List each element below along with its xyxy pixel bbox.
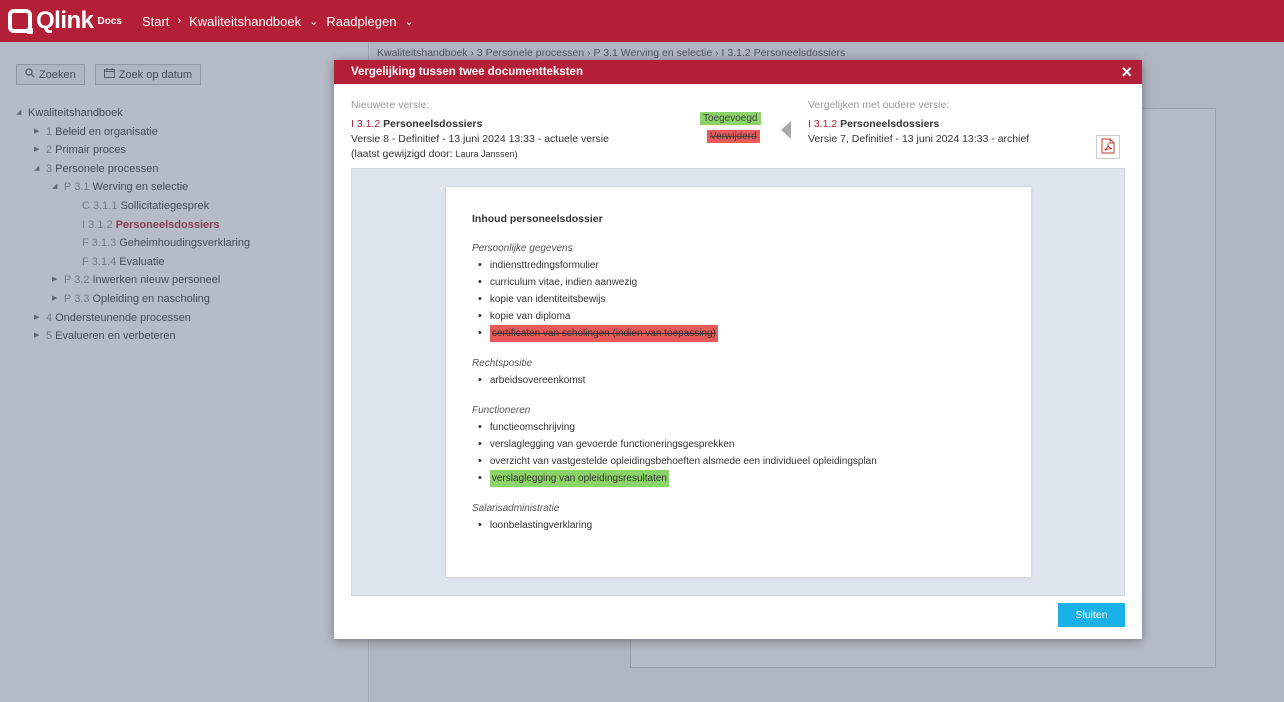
- list-item-text: functieomschrijving: [489, 422, 575, 433]
- section-title: Persoonlijke gegevens: [472, 243, 573, 254]
- qlink-logo-icon: [8, 9, 33, 34]
- legend-added-badge: Toegevoegd: [700, 112, 761, 125]
- list-item: arbeidsovereenkomst: [472, 372, 1005, 389]
- list-item: kopie van identiteitsbewijs: [472, 291, 1005, 308]
- nav-raadplegen[interactable]: Raadplegen: [326, 14, 396, 29]
- dialog-header: Vergelijking tussen twee documentteksten…: [334, 60, 1142, 84]
- document-section: Persoonlijke gegevens indiensttredingsfor…: [472, 243, 1005, 342]
- section-list: arbeidsovereenkomst: [472, 372, 1005, 389]
- app-logo[interactable]: Qlink Docs: [8, 7, 122, 35]
- list-item: curriculum vitae, indien aanwezig: [472, 274, 1005, 291]
- arrow-left-icon: [781, 121, 791, 139]
- nav-start[interactable]: Start: [142, 14, 169, 29]
- list-item: certificaten van scholingen (indien van …: [472, 325, 1005, 342]
- section-title: Functioneren: [472, 405, 531, 416]
- close-button[interactable]: Sluiten: [1058, 603, 1125, 627]
- list-item-text: kopie van identiteitsbewijs: [489, 294, 606, 305]
- legend-removed-badge: Verwijderd: [707, 130, 760, 143]
- list-item: verslaglegging van opleidingsresultaten: [472, 470, 1005, 487]
- pdf-export-button[interactable]: [1096, 135, 1120, 159]
- newer-doc-number: I 3.1.2: [351, 118, 381, 130]
- list-item-text: kopie van diploma: [489, 311, 571, 322]
- list-item: verslaglegging van gevoerde functionerin…: [472, 436, 1005, 453]
- modified-by-name: Laura Janssen): [455, 149, 518, 159]
- document-heading: Inhoud personeelsdossier: [472, 213, 603, 225]
- chevron-right-icon: ›: [177, 15, 182, 27]
- chevron-down-icon: ⌄: [309, 15, 319, 28]
- section-list: functieomschrijving verslaglegging van ge…: [472, 419, 1005, 487]
- modified-by-label: (laatst gewijzigd door:: [351, 148, 453, 160]
- older-doc-title: Personeelsdossiers: [840, 118, 940, 130]
- compare-dialog: Vergelijking tussen twee documentteksten…: [334, 60, 1142, 639]
- section-title: Salarisadministratie: [472, 503, 560, 514]
- section-list: indiensttredingsformulier curriculum vita…: [472, 257, 1005, 342]
- older-version-label: Vergelijken met oudere versie:: [808, 99, 950, 111]
- list-item: overzicht van vastgestelde opleidingsbeh…: [472, 453, 1005, 470]
- logo-subtitle: Docs: [97, 16, 122, 27]
- list-item: functieomschrijving: [472, 419, 1005, 436]
- list-item-text: verslaglegging van gevoerde functionerin…: [489, 439, 735, 450]
- document-sections: Persoonlijke gegevens indiensttredingsfor…: [472, 243, 1005, 534]
- section-title: Rechtspositie: [472, 358, 533, 369]
- section-list: loonbelastingverklaring: [472, 517, 1005, 534]
- logo-text: Qlink: [36, 7, 94, 34]
- list-item: loonbelastingverklaring: [472, 517, 1005, 534]
- list-item-text: overzicht van vastgestelde opleidingsbeh…: [489, 456, 877, 467]
- list-item-text: loonbelastingverklaring: [489, 520, 593, 531]
- newer-doc-title: Personeelsdossiers: [383, 118, 483, 130]
- list-item-text: arbeidsovereenkomst: [489, 375, 586, 386]
- pdf-icon: [1101, 138, 1115, 157]
- chevron-down-icon: ⌄: [404, 15, 414, 28]
- newer-version-text: Versie 8 - Definitief - 13 juni 2024 13:…: [351, 133, 609, 145]
- top-nav: Start › Kwaliteitshandboek ⌄ Raadplegen …: [142, 14, 422, 29]
- nav-kwaliteitshandboek[interactable]: Kwaliteitshandboek: [189, 14, 301, 29]
- list-item: kopie van diploma: [472, 308, 1005, 325]
- document-section: Salarisadministratie loonbelastingverklar…: [472, 503, 1005, 534]
- older-doc-number: I 3.1.2: [808, 118, 838, 130]
- document-page: Inhoud personeelsdossier Persoonlijke ge…: [446, 187, 1031, 577]
- list-item-removed: certificaten van scholingen (indien van …: [489, 325, 718, 342]
- document-section: Rechtspositie arbeidsovereenkomst: [472, 358, 1005, 389]
- comparison-area: Inhoud personeelsdossier Persoonlijke ge…: [351, 168, 1125, 596]
- document-section: Functioneren functieomschrijving verslagle…: [472, 405, 1005, 487]
- close-icon[interactable]: ×: [1121, 63, 1132, 81]
- older-version-info: Vergelijken met oudere versie: I 3.1.2 P…: [808, 98, 1029, 147]
- newer-version-label: Nieuwere versie:: [351, 99, 430, 111]
- list-item: indiensttredingsformulier: [472, 257, 1005, 274]
- top-bar: Qlink Docs Start › Kwaliteitshandboek ⌄ …: [0, 0, 1284, 42]
- dialog-title: Vergelijking tussen twee documentteksten: [351, 66, 583, 78]
- list-item-added: verslaglegging van opleidingsresultaten: [489, 470, 669, 487]
- newer-version-info: Nieuwere versie: I 3.1.2 Personeelsdossi…: [351, 98, 609, 162]
- list-item-text: indiensttredingsformulier: [489, 260, 599, 271]
- list-item-text: curriculum vitae, indien aanwezig: [489, 277, 638, 288]
- older-version-text: Versie 7, Definitief - 13 juni 2024 13:3…: [808, 133, 1030, 145]
